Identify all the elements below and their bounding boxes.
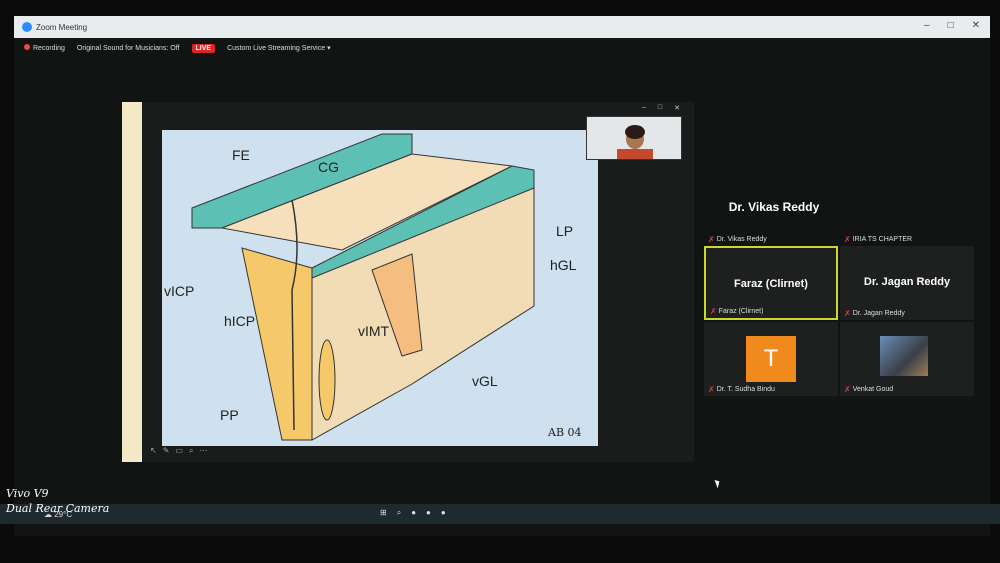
slide-label-vgl: vGL — [472, 373, 498, 389]
zoom-tool-icon[interactable]: ⌕ — [189, 446, 193, 456]
record-icon — [24, 44, 30, 50]
slide-signature: AB 04 — [547, 426, 582, 439]
streaming-menu[interactable]: Custom Live Streaming Service ▾ — [227, 44, 331, 52]
slide-sidebar — [122, 102, 142, 462]
muted-mic-icon: ✗ — [708, 385, 715, 394]
muted-mic-icon: ✗ — [844, 385, 851, 394]
arrow-tool-icon[interactable]: ↖ — [150, 446, 157, 456]
slide-label-cg: CG — [318, 159, 339, 175]
recording-indicator[interactable]: Recording — [24, 44, 65, 52]
avatar: T — [746, 336, 796, 382]
slide-label-vimt: vIMT — [358, 323, 390, 339]
slide-label-hicp: hICP — [224, 313, 255, 329]
window-controls: – □ ✕ — [924, 20, 980, 31]
participant-label: ✗ Dr. Jagan Reddy — [844, 309, 905, 318]
participant-tile[interactable]: ✗ Dr. Vikas Reddy — [704, 222, 838, 246]
participant-tile[interactable]: Dr. Jagan Reddy ✗ Dr. Jagan Reddy — [840, 246, 974, 320]
selfview-close[interactable]: ✕ — [674, 104, 680, 114]
slide-label-lp: LP — [556, 223, 573, 239]
slide-label-fe: FE — [232, 147, 250, 163]
minimize-button[interactable]: – — [924, 20, 930, 31]
participant-tile[interactable]: T ✗ Dr. T. Sudha Bindu — [704, 322, 838, 396]
meeting-topbar: Recording Original Sound for Musicians: … — [14, 38, 990, 58]
camera-watermark: Vivo V9 Dual Rear Camera — [6, 486, 109, 516]
monitor: Zoom Meeting – □ ✕ Recording Original So… — [14, 16, 990, 536]
selfview-maximize[interactable]: □ — [658, 104, 662, 114]
selfview-minimize[interactable]: – — [642, 104, 646, 114]
muted-mic-icon: ✗ — [844, 235, 851, 244]
windows-taskbar: ☁ 29°C ⊞ ⌕ ● ● ● — [0, 504, 1000, 524]
watermark-line1: Vivo V9 — [6, 487, 49, 500]
app-icon[interactable]: ● — [426, 508, 431, 518]
maximize-button[interactable]: □ — [948, 20, 954, 31]
participant-label: ✗ IRIA TS CHAPTER — [844, 235, 913, 244]
window-titlebar: Zoom Meeting – □ ✕ — [14, 16, 990, 38]
zoom-logo-icon — [22, 22, 32, 32]
histology-diagram: FE CG LP hGL vICP hICP vIMT vGL PP AB 04 — [162, 130, 598, 446]
taskbar-apps: ⊞ ⌕ ● ● ● — [380, 508, 446, 518]
participant-display-name: Dr. Jagan Reddy — [863, 276, 951, 288]
close-button[interactable]: ✕ — [972, 20, 980, 31]
search-icon[interactable]: ⌕ — [397, 508, 401, 518]
presenter-video[interactable] — [586, 116, 682, 160]
participant-tile-active[interactable]: Faraz (Clirnet) ✗ Faraz (Clirnet) — [704, 246, 838, 320]
participant-tile[interactable]: ✗ Venkat Goud — [840, 322, 974, 396]
slide-label-vicp: vICP — [164, 283, 194, 299]
participant-tile[interactable]: ✗ IRIA TS CHAPTER — [840, 222, 974, 246]
participant-label: ✗ Dr. T. Sudha Bindu — [708, 385, 775, 394]
participant-display-name: Faraz (Clirnet) — [734, 278, 808, 290]
slide-diagram: FE CG LP hGL vICP hICP vIMT vGL PP AB 04 — [162, 130, 598, 446]
participant-label: ✗ Faraz (Clirnet) — [710, 307, 764, 316]
chevron-down-icon: ▾ — [327, 45, 331, 52]
original-sound-toggle[interactable]: Original Sound for Musicians: Off — [77, 45, 180, 52]
presenter-image — [587, 117, 681, 159]
slide-label-pp: PP — [220, 407, 239, 423]
active-speaker-name: Dr. Vikas Reddy — [728, 200, 820, 214]
highlighter-tool-icon[interactable]: ▭ — [175, 446, 183, 456]
muted-mic-icon: ✗ — [710, 307, 717, 316]
start-icon[interactable]: ⊞ — [380, 508, 387, 518]
slide-label-hgl: hGL — [550, 257, 577, 273]
watermark-line2: Dual Rear Camera — [6, 502, 110, 515]
muted-mic-icon: ✗ — [708, 235, 715, 244]
app-icon[interactable]: ● — [411, 508, 416, 518]
app-icon[interactable]: ● — [441, 508, 446, 518]
annotation-toolbar: ↖ ✎ ▭ ⌕ ⋯ — [150, 446, 207, 456]
pen-tool-icon[interactable]: ✎ — [163, 446, 170, 456]
live-badge: LIVE — [191, 43, 216, 53]
selfview-controls: – □ ✕ — [586, 104, 680, 114]
participant-video-thumbnail — [880, 336, 928, 376]
muted-mic-icon: ✗ — [844, 309, 851, 318]
more-tools-icon[interactable]: ⋯ — [199, 446, 207, 456]
participant-label: ✗ Dr. Vikas Reddy — [708, 235, 767, 244]
participant-label: ✗ Venkat Goud — [844, 385, 894, 394]
window-title: Zoom Meeting — [36, 22, 88, 32]
